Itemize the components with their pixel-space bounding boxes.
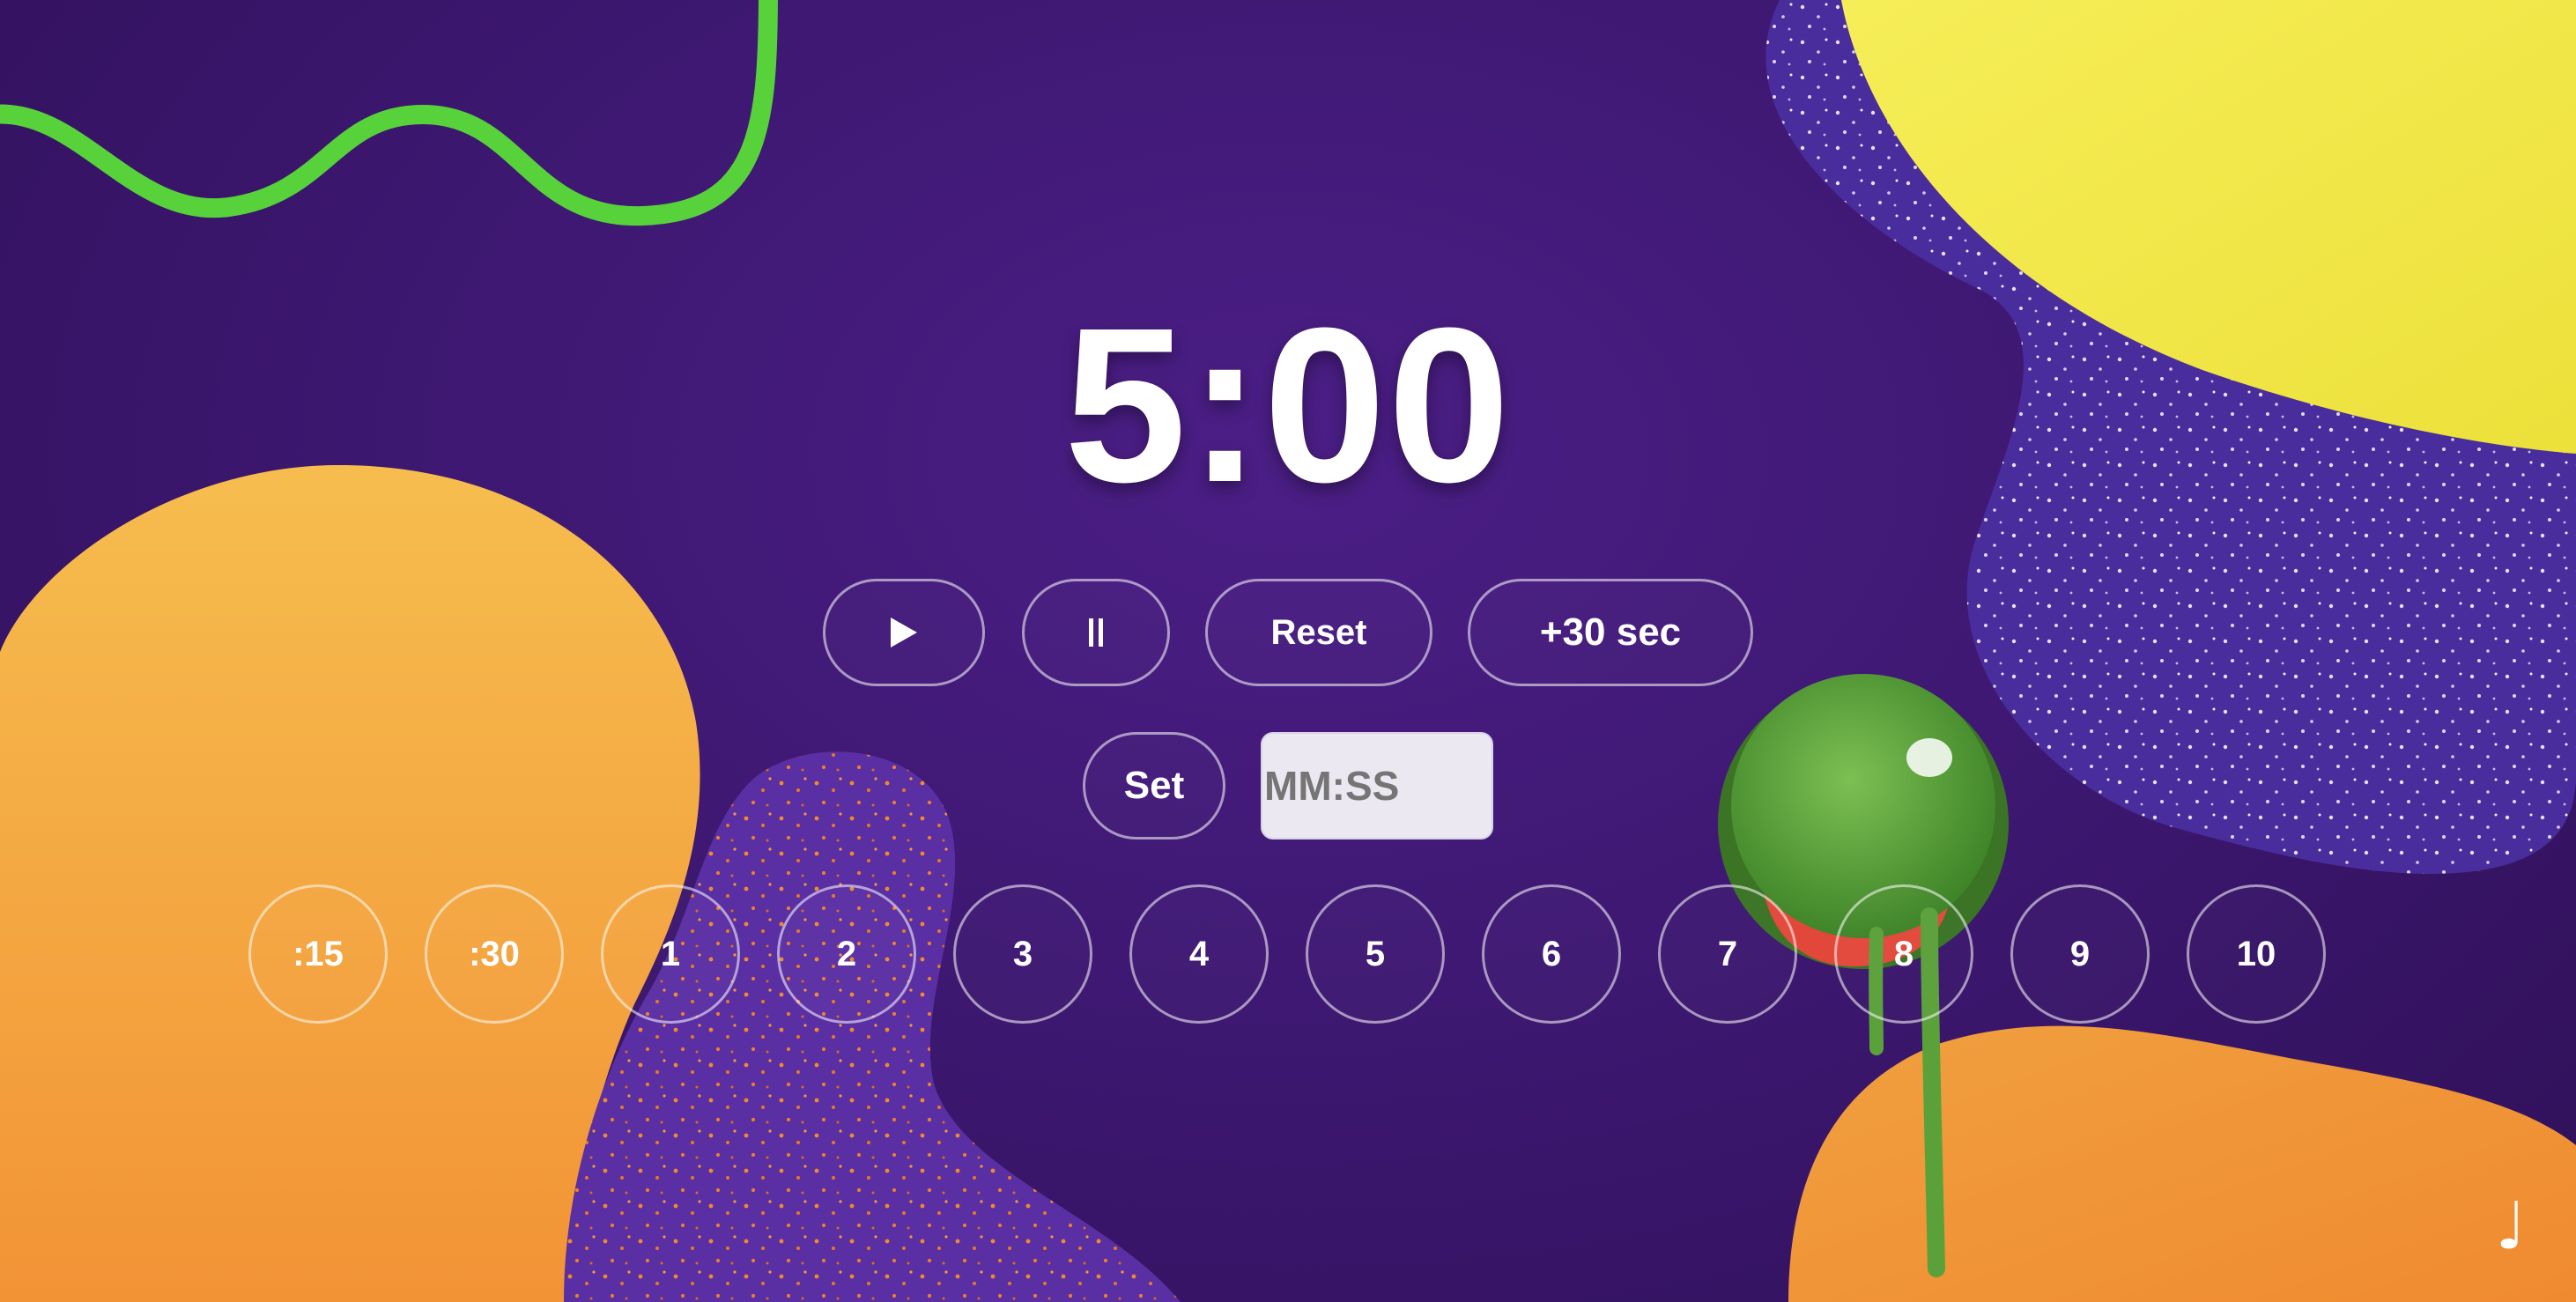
time-input[interactable] [1261, 732, 1493, 840]
preset-30-sec-button[interactable]: :30 [425, 884, 564, 1024]
preset-10-min-button[interactable]: 10 [2187, 884, 2326, 1024]
green-squiggle [0, 0, 778, 226]
music-note-icon[interactable]: ♩ [2490, 1191, 2532, 1261]
play-icon [891, 618, 917, 647]
orange-blob-right [1788, 1025, 2576, 1302]
preset-15-sec-button[interactable]: :15 [248, 884, 388, 1024]
preset-8-min-button[interactable]: 8 [1834, 884, 1973, 1024]
preset-7-min-button[interactable]: 7 [1658, 884, 1797, 1024]
add-30-sec-button[interactable]: +30 sec [1468, 579, 1753, 686]
preset-5-min-button[interactable]: 5 [1306, 884, 1445, 1024]
set-button[interactable]: Set [1083, 732, 1225, 840]
reset-button[interactable]: Reset [1205, 579, 1432, 686]
preset-9-min-button[interactable]: 9 [2010, 884, 2150, 1024]
preset-2-min-button[interactable]: 2 [777, 884, 916, 1024]
preset-4-min-button[interactable]: 4 [1129, 884, 1269, 1024]
timer-display: 5:00 [1063, 282, 1513, 528]
play-button[interactable] [823, 579, 985, 686]
pause-button[interactable] [1022, 579, 1170, 686]
preset-6-min-button[interactable]: 6 [1482, 884, 1621, 1024]
pause-icon [1089, 618, 1103, 647]
preset-1-min-button[interactable]: 1 [601, 884, 740, 1024]
preset-3-min-button[interactable]: 3 [953, 884, 1092, 1024]
